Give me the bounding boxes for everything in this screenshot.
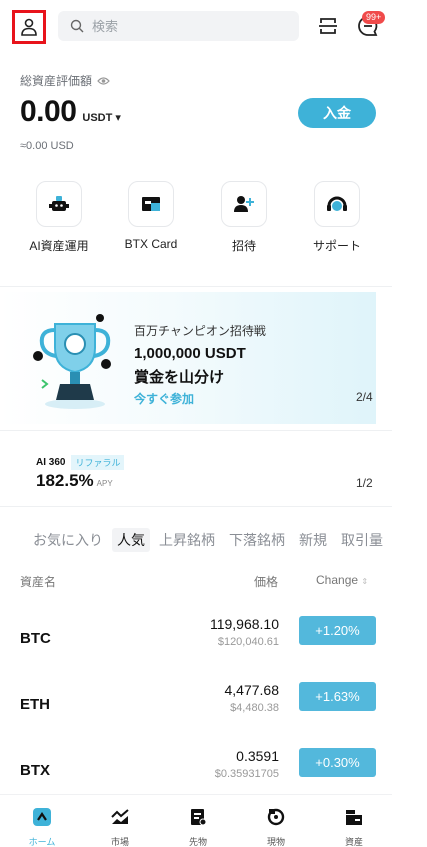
- nav-futures[interactable]: 先物: [168, 807, 228, 847]
- quick-item-btx-card[interactable]: BTX Card: [111, 181, 191, 251]
- asset-price: 119,968.10: [209, 616, 279, 632]
- market-tabs: お気に入り 人気 上昇銘柄 下落銘柄 新規 取引量: [28, 528, 394, 552]
- quick-item-support[interactable]: サポート: [297, 181, 377, 254]
- column-change-label: Change: [316, 573, 359, 587]
- section-divider: [0, 286, 392, 287]
- trophy-icon: [33, 314, 111, 409]
- nav-assets[interactable]: 資産: [324, 807, 384, 847]
- asset-fiat-price: $120,040.61: [217, 636, 279, 648]
- quick-item-label: AI資産運用: [29, 239, 89, 253]
- quick-item-label: BTX Card: [124, 237, 178, 251]
- search-icon: [70, 19, 84, 33]
- ai-rate-value: 182.5%: [36, 471, 94, 490]
- caret-down-icon: ▾: [115, 112, 121, 124]
- robot-icon: [36, 181, 82, 227]
- nav-label: 市場: [110, 837, 129, 847]
- tab-losers[interactable]: 下落銘柄: [224, 528, 290, 552]
- nav-label: 資産: [344, 837, 363, 847]
- bottom-nav: ホーム 市場 先物 現物 資産: [0, 794, 392, 847]
- banner-headline: 賞金を山分け: [134, 369, 225, 386]
- section-divider: [0, 430, 392, 431]
- invite-user-icon: [221, 181, 267, 227]
- eye-icon[interactable]: [97, 76, 110, 86]
- referral-tag: リファラル: [71, 455, 125, 470]
- tab-gainers[interactable]: 上昇銘柄: [154, 528, 220, 552]
- sort-icon: ⇕: [361, 577, 369, 586]
- quick-item-ai-invest[interactable]: AI資産運用: [19, 181, 99, 254]
- scan-icon: [319, 18, 337, 34]
- asset-symbol: BTX: [20, 762, 50, 779]
- quick-item-label: サポート: [312, 239, 361, 253]
- nav-spot[interactable]: 現物: [246, 807, 306, 847]
- currency-selector[interactable]: USDT ▾: [82, 111, 121, 124]
- banner-amount: 1,000,000 USDT: [134, 345, 246, 362]
- wallet-icon: [346, 810, 362, 825]
- nav-market[interactable]: 市場: [90, 807, 150, 847]
- asset-change-badge[interactable]: +1.20%: [299, 616, 376, 645]
- asset-price: 4,477.68: [224, 682, 280, 698]
- ai-product-rate: 182.5% APY: [36, 471, 113, 491]
- search-bar[interactable]: [58, 11, 299, 41]
- asset-change-badge[interactable]: +0.30%: [299, 748, 376, 777]
- search-input[interactable]: [92, 18, 272, 34]
- asset-fiat-price: $0.35931705: [214, 768, 279, 780]
- quick-item-label: 招待: [231, 239, 256, 253]
- tab-favorites[interactable]: お気に入り: [28, 528, 108, 552]
- apy-label: APY: [96, 479, 113, 488]
- tab-new[interactable]: 新規: [294, 528, 332, 552]
- nav-label: ホーム: [28, 837, 56, 847]
- card-icon: [128, 181, 174, 227]
- column-price[interactable]: 価格: [254, 573, 278, 590]
- balance-label-text: 総資産評価額: [20, 74, 93, 88]
- nav-home[interactable]: ホーム: [12, 807, 72, 847]
- ai-product-card[interactable]: AI 360 リファラル: [36, 455, 125, 470]
- asset-symbol: BTC: [20, 630, 51, 647]
- currency-label: USDT: [82, 112, 113, 124]
- asset-symbol: ETH: [20, 696, 50, 713]
- balance-amount: 0.00: [20, 95, 77, 128]
- market-icon: [111, 809, 129, 824]
- support-headset-icon: [314, 181, 360, 227]
- ai-product-title: AI 360: [36, 457, 66, 468]
- asset-price: 0.3591: [236, 748, 279, 764]
- column-change[interactable]: Change ⇕: [316, 573, 368, 587]
- user-icon: [21, 18, 37, 36]
- top-bar: 99+: [0, 0, 427, 52]
- column-asset: 資産名: [20, 575, 57, 589]
- nav-label: 先物: [188, 837, 207, 847]
- tab-volume[interactable]: 取引量: [336, 528, 388, 552]
- tab-popular[interactable]: 人気: [112, 528, 150, 552]
- ai-card-pager: 1/2: [356, 476, 373, 490]
- nav-label: 現物: [266, 837, 285, 847]
- balance-fiat: ≈0.00 USD: [20, 140, 74, 152]
- asset-change-badge[interactable]: +1.63%: [299, 682, 376, 711]
- futures-icon: [191, 809, 207, 826]
- section-divider: [0, 506, 392, 507]
- quick-item-invite[interactable]: 招待: [204, 181, 284, 254]
- profile-button[interactable]: [12, 10, 46, 44]
- balance-value: 0.00 USDT ▾: [20, 95, 121, 129]
- banner-title: 百万チャンピオン招待戦: [134, 324, 266, 338]
- deposit-button[interactable]: 入金: [298, 98, 376, 128]
- table-row[interactable]: ETH 4,477.68 $4,480.38 +1.63%: [0, 678, 392, 738]
- spot-icon: [267, 808, 285, 826]
- table-row[interactable]: BTC 119,968.10 $120,040.61 +1.20%: [0, 612, 392, 672]
- banner-pager: 2/4: [356, 390, 373, 404]
- balance-label: 総資産評価額: [20, 72, 110, 89]
- message-count-badge: 99+: [362, 11, 386, 24]
- banner-join-link[interactable]: 今すぐ参加: [134, 390, 194, 407]
- scan-button[interactable]: [316, 14, 340, 38]
- asset-fiat-price: $4,480.38: [230, 702, 279, 714]
- home-icon: [33, 808, 51, 826]
